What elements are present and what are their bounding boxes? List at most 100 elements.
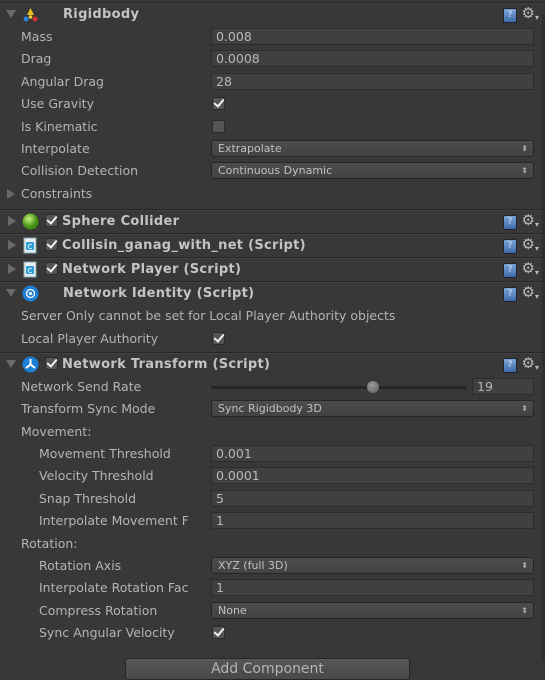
float-field[interactable]: 0.0001 — [211, 467, 534, 485]
property-label: Interpolate Movement F — [39, 513, 189, 529]
gear-icon[interactable]: ⚙▾ — [522, 283, 539, 301]
foldout-collapsed-icon[interactable] — [8, 216, 16, 227]
help-icon[interactable]: ? — [503, 263, 517, 279]
checkbox[interactable] — [212, 97, 225, 111]
property-label: Movement: — [21, 423, 92, 439]
float-field[interactable]: 0.0008 — [211, 50, 534, 68]
property-row: Velocity Threshold 0.0001 — [0, 465, 545, 487]
property-label: Movement Threshold — [39, 446, 171, 462]
float-field[interactable]: 5 — [211, 489, 534, 507]
dropdown[interactable]: Extrapolate ⬍ — [211, 139, 534, 157]
dropdown-arrows-icon: ⬍ — [521, 143, 528, 153]
dropdown-caret-icon: ▾ — [534, 244, 539, 254]
property-label[interactable]: Constraints — [21, 186, 210, 201]
property-label: Snap Threshold — [39, 490, 137, 506]
component-enabled-checkbox[interactable] — [45, 356, 58, 370]
dropdown[interactable]: Sync Rigidbody 3D ⬍ — [211, 400, 534, 418]
gear-glyph: ⚙ — [521, 211, 535, 230]
component-header[interactable]: C Network Player (Script)? ⚙▾ — [0, 258, 545, 281]
property-label: Sync Angular Velocity — [39, 625, 175, 641]
float-field[interactable]: 28 — [211, 72, 534, 90]
help-icon[interactable]: ? — [503, 239, 517, 255]
dropdown[interactable]: None ⬍ — [211, 601, 534, 619]
property-label: Local Player Authority — [21, 330, 159, 346]
property-row: Transform Sync Mode Sync Rigidbody 3D ⬍ — [0, 398, 545, 420]
component-title: Network Player (Script) — [62, 262, 242, 278]
float-field[interactable]: 0.008 — [211, 28, 534, 45]
slider-thumb[interactable] — [367, 380, 380, 393]
add-component-button[interactable]: Add Component — [125, 658, 410, 680]
component-sphere-collider: Sphere Collider? ⚙▾ — [0, 209, 545, 233]
property-row: Snap Threshold 5 — [0, 488, 545, 510]
property-row: Interpolate Extrapolate ⬍ — [0, 138, 545, 160]
component-enabled-checkbox[interactable] — [45, 214, 58, 228]
component-enabled-checkbox[interactable] — [45, 262, 58, 276]
property-label: Compress Rotation — [39, 602, 158, 618]
help-icon[interactable]: ? — [503, 8, 517, 23]
component-header[interactable]: C Collisin_ganag_with_net (Script)? ⚙▾ — [0, 234, 545, 257]
float-field[interactable]: 0.001 — [211, 445, 534, 463]
help-icon[interactable]: ? — [503, 287, 517, 303]
property-row: Compress Rotation None ⬍ — [0, 600, 545, 622]
property-row: Mass 0.008 — [0, 26, 545, 48]
dropdown[interactable]: Continuous Dynamic ⬍ — [211, 162, 534, 180]
component-network-transform-script-: Network Transform (Script)? ⚙▾ Network Sen… — [0, 351, 545, 649]
foldout-collapsed-icon[interactable] — [8, 240, 16, 251]
property-row: Local Player Authority — [0, 328, 545, 350]
rigidbody-icon — [22, 6, 39, 23]
property-row: Interpolate Rotation Fac 1 — [0, 577, 545, 599]
property-row: Constraints — [0, 183, 545, 205]
checkbox[interactable] — [212, 331, 225, 345]
property-label: Angular Drag — [21, 73, 104, 89]
dropdown-arrows-icon: ⬍ — [521, 404, 528, 414]
gear-glyph: ⚙ — [521, 259, 535, 278]
dropdown-arrows-icon: ⬍ — [521, 561, 528, 571]
property-row: Rotation Axis XYZ (full 3D) ⬍ — [0, 555, 545, 577]
dropdown-arrows-icon: ⬍ — [521, 166, 528, 176]
gear-icon[interactable]: ⚙▾ — [522, 211, 539, 229]
dropdown-value: None — [218, 603, 247, 617]
help-icon[interactable]: ? — [503, 357, 517, 373]
property-label: Transform Sync Mode — [21, 401, 156, 417]
help-icon[interactable]: ? — [503, 215, 517, 231]
component-enabled-checkbox[interactable] — [45, 238, 58, 252]
checkbox[interactable] — [212, 119, 225, 133]
float-field[interactable]: 1 — [211, 579, 534, 597]
gear-icon[interactable]: ⚙▾ — [522, 235, 539, 253]
dropdown-value: XYZ (full 3D) — [218, 559, 288, 573]
property-label: Interpolate — [21, 140, 90, 156]
property-row: Is Kinematic — [0, 116, 545, 138]
property-label: Collision Detection — [21, 163, 139, 179]
property-row: Angular Drag 28 — [0, 71, 545, 93]
component-header[interactable]: Network Transform (Script)? ⚙▾ — [0, 353, 545, 376]
gear-icon[interactable]: ⚙▾ — [522, 354, 539, 372]
gear-icon[interactable]: ⚙▾ — [522, 259, 539, 277]
network-identity-icon — [22, 285, 39, 302]
float-field[interactable]: 1 — [211, 512, 534, 530]
property-row: Movement Threshold 0.001 — [0, 443, 545, 465]
checkbox[interactable] — [212, 626, 225, 640]
foldout-expanded-icon[interactable] — [6, 289, 16, 298]
component-header[interactable]: Sphere Collider? ⚙▾ — [0, 210, 545, 233]
slider-value-field[interactable]: 19 — [472, 377, 534, 395]
gear-icon[interactable]: ⚙▾ — [522, 4, 539, 22]
component-header[interactable]: Rigidbody? ⚙▾ — [0, 3, 545, 26]
inspector-panel: Rigidbody? ⚙▾ Mass 0.008 Drag 0.0008 Angular D… — [0, 2, 545, 649]
component-header[interactable]: Network Identity (Script)? ⚙▾ — [0, 282, 545, 305]
gear-glyph: ⚙ — [521, 283, 535, 302]
foldout-collapsed-icon[interactable] — [7, 188, 15, 199]
dropdown-caret-icon: ▾ — [534, 362, 539, 372]
gear-glyph: ⚙ — [521, 353, 535, 372]
dropdown-caret-icon: ▾ — [534, 292, 539, 302]
component-title: Network Identity (Script) — [63, 286, 255, 302]
foldout-collapsed-icon[interactable] — [8, 264, 16, 275]
dropdown[interactable]: XYZ (full 3D) ⬍ — [211, 557, 534, 575]
property-row: Movement: — [0, 421, 545, 443]
dropdown-value: Continuous Dynamic — [218, 164, 333, 178]
sphere-collider-icon — [22, 213, 39, 230]
foldout-expanded-icon[interactable] — [6, 10, 16, 18]
property-label: Is Kinematic — [21, 118, 98, 134]
dropdown-caret-icon: ▾ — [534, 13, 539, 22]
foldout-expanded-icon[interactable] — [6, 359, 16, 368]
slider-track[interactable] — [211, 380, 467, 393]
